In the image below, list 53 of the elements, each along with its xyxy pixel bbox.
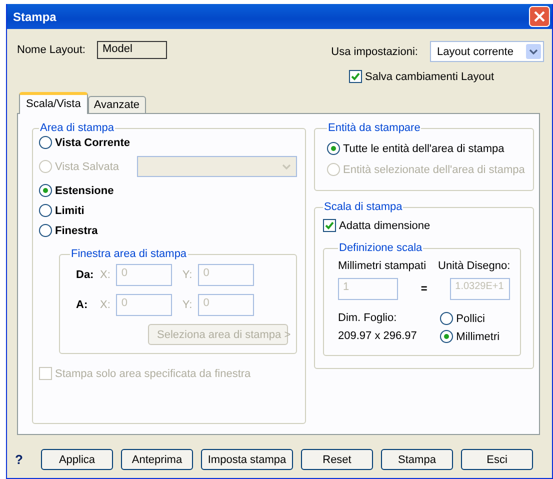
- equals-sign: =: [420, 283, 428, 295]
- field-label: Y:: [182, 269, 192, 281]
- dialog-button[interactable]: Applica: [41, 449, 113, 470]
- dialog-button[interactable]: Anteprima: [121, 449, 193, 470]
- field-label: Unità Disegno:: [438, 260, 510, 272]
- radio-label: Tutte le entità dell'area di stampa: [343, 142, 504, 154]
- help-button[interactable]: ?: [15, 452, 33, 467]
- radio-label: Limiti: [55, 204, 84, 216]
- radio-label: Vista Corrente: [55, 136, 130, 148]
- checkbox[interactable]: [348, 70, 362, 83]
- checkbox-label: Salva cambiamenti Layout: [364, 70, 494, 82]
- close-icon[interactable]: [529, 6, 550, 27]
- radio-button[interactable]: [440, 330, 454, 343]
- radio-label: Millimetri: [456, 330, 500, 342]
- checkbox-label: Adatta dimensione: [339, 220, 430, 232]
- radio-button[interactable]: [39, 224, 52, 237]
- radio-label: Estensione: [55, 184, 114, 196]
- settings-dropdown[interactable]: Layout corrente: [430, 41, 544, 62]
- dialog-button[interactable]: Imposta stampa: [201, 449, 293, 470]
- group-title: Entità da stampare: [327, 122, 422, 134]
- dialog-button[interactable]: Esci: [461, 449, 533, 470]
- field-label: Millimetri stampati: [338, 260, 426, 272]
- layout-name-field[interactable]: Model: [97, 41, 168, 59]
- radio-button[interactable]: [440, 312, 454, 325]
- checkbox-label: Stampa solo area specificata da finestra: [55, 368, 251, 380]
- checkbox[interactable]: [323, 219, 336, 232]
- tab[interactable]: Scala/Vista: [19, 92, 88, 114]
- group-title: Definizione scala: [338, 242, 424, 254]
- field-label: X:: [100, 299, 110, 311]
- radio-label: Vista Salvata: [55, 160, 120, 172]
- sheet-size-label: Dim. Foglio:: [338, 312, 398, 324]
- field-label: A:: [75, 299, 89, 311]
- dialog-button[interactable]: Reset: [301, 449, 373, 470]
- chevron-down-icon: [526, 44, 541, 59]
- field-label: Nome Layout:: [17, 44, 86, 56]
- radio-button[interactable]: [39, 204, 52, 217]
- radio-button[interactable]: [39, 136, 52, 149]
- group-title: Scala di stampa: [323, 201, 404, 213]
- radio-label: Pollici: [456, 312, 485, 324]
- field-label: Y:: [182, 299, 192, 311]
- group-title: Area di stampa: [39, 122, 115, 134]
- radio-label: Finestra: [55, 224, 98, 236]
- radio-button[interactable]: [327, 142, 340, 155]
- radio-label: Entità selezionate dell'area di stampa: [343, 164, 525, 176]
- sheet-size-value: 209.97 x 296.97: [338, 330, 417, 342]
- field-label: X:: [100, 269, 110, 281]
- radio-button[interactable]: [39, 184, 52, 197]
- tab[interactable]: Avanzate: [88, 96, 146, 114]
- window-title: Stampa: [13, 10, 56, 24]
- field-label: Usa impostazioni:: [331, 46, 418, 58]
- field-label: Da:: [75, 269, 94, 281]
- dialog-button[interactable]: Stampa: [381, 449, 453, 470]
- group-title: Finestra area di stampa: [70, 248, 188, 260]
